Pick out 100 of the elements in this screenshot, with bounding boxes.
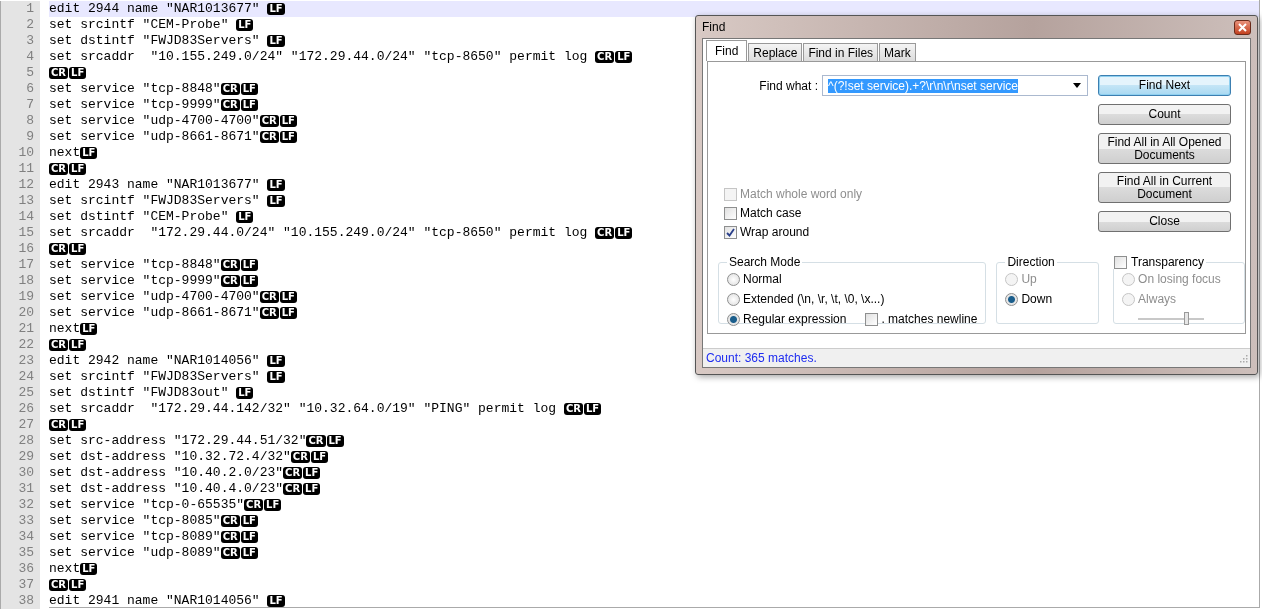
line-ending-marker: LF (69, 339, 87, 351)
line-ending-marker: LF (267, 355, 285, 367)
line-number: 27 (0, 417, 40, 433)
line-number: 3 (0, 33, 40, 49)
line-ending-marker: LF (69, 67, 87, 79)
line-number: 16 (0, 241, 40, 257)
line-number: 6 (0, 81, 40, 97)
dialog-button[interactable]: Close (1098, 211, 1231, 232)
line-number: 13 (0, 193, 40, 209)
line-ending-marker: LF (80, 147, 98, 159)
line-ending-marker: CR (259, 131, 279, 143)
tab[interactable]: Replace (748, 43, 803, 61)
line-ending-marker: LF (240, 547, 258, 559)
radio-button[interactable] (1122, 292, 1136, 306)
radio-label: Extended (\n, \r, \t, \0, \x...) (743, 292, 885, 306)
line-ending-marker: CR (220, 531, 240, 543)
tab[interactable]: Find (706, 40, 748, 61)
line-ending-marker: LF (236, 211, 254, 223)
code-line: set service "tcp-8089"CR LF (49, 529, 259, 545)
line-ending-marker: LF (303, 483, 321, 495)
status-message: Count: 365 matches. (706, 351, 817, 365)
code-line: next LF (49, 561, 99, 577)
line-ending-marker: LF (615, 227, 633, 239)
radio-label: Down (1021, 292, 1053, 306)
line-ending-marker: LF (236, 387, 254, 399)
dialog-button[interactable]: Find All in All Opened Documents (1098, 133, 1231, 164)
line-ending-marker: CR (49, 419, 69, 431)
checkbox-label: Transparency (1131, 255, 1204, 269)
line-number: 37 (0, 577, 40, 593)
line-number: 2 (0, 17, 40, 33)
dialog-button[interactable]: Find All in Current Document (1098, 172, 1231, 203)
line-ending-marker: CR (49, 579, 69, 591)
line-ending-marker: CR (49, 339, 69, 351)
line-ending-marker: LF (240, 275, 258, 287)
checkbox[interactable] (724, 206, 737, 220)
radio-label: Normal (743, 272, 782, 286)
close-icon[interactable] (1238, 22, 1247, 32)
checkbox[interactable] (724, 225, 737, 239)
line-number: 38 (0, 593, 40, 609)
radio-label: Up (1021, 272, 1037, 286)
line-ending-marker: CR (244, 499, 264, 511)
line-number: 18 (0, 273, 40, 289)
line-ending-marker: LF (267, 179, 285, 191)
line-number: 24 (0, 369, 40, 385)
line-number: 21 (0, 321, 40, 337)
line-ending-marker: LF (80, 323, 98, 335)
dialog-button[interactable]: Count (1098, 104, 1231, 125)
line-ending-marker: LF (80, 563, 98, 575)
line-ending-marker: LF (279, 307, 297, 319)
dialog-title: Find (702, 20, 726, 34)
resize-grip-icon[interactable] (1239, 353, 1248, 363)
checkbox[interactable] (865, 312, 879, 326)
radio-button[interactable] (727, 272, 740, 286)
code-line: set dst-address "10.32.72.4/32"CR LF (49, 449, 330, 465)
dialog-button[interactable]: Find Next (1098, 75, 1231, 96)
line-ending-marker: CR (220, 99, 240, 111)
radio-button[interactable] (1122, 272, 1136, 286)
code-line: set src-address "172.29.44.51/32"CR LF (49, 433, 345, 449)
line-ending-marker: LF (240, 99, 258, 111)
line-ending-marker: LF (326, 435, 344, 447)
line-ending-marker: CR (259, 307, 279, 319)
line-number: 19 (0, 289, 40, 305)
line-ending-marker: LF (310, 451, 329, 463)
line-ending-marker: LF (69, 163, 87, 175)
line-number: 26 (0, 401, 40, 417)
line-ending-marker: CR (290, 451, 310, 463)
line-ending-marker: LF (267, 195, 285, 207)
line-ending-marker: CR (283, 483, 303, 495)
transparency-slider[interactable] (1138, 312, 1205, 325)
line-ending-marker: CR (283, 467, 303, 479)
checkbox-label: . matches newline (881, 312, 978, 326)
line-ending-marker: CR (220, 275, 240, 287)
line-number: 12 (0, 177, 40, 193)
radio-button[interactable] (1005, 292, 1019, 306)
checkbox-label: Match whole word only (740, 187, 863, 201)
group-title: Direction (1006, 255, 1056, 269)
line-number: 28 (0, 433, 40, 449)
field-label: Find what : (759, 78, 818, 93)
line-number: 17 (0, 257, 40, 273)
line-ending-marker: LF (264, 499, 282, 511)
radio-button[interactable] (727, 312, 740, 326)
line-number: 35 (0, 545, 40, 561)
tab[interactable]: Find in Files (803, 43, 879, 61)
code-line: set service "tcp-0-65535"CR LF (49, 497, 283, 513)
radio-button[interactable] (727, 292, 740, 306)
line-number: 29 (0, 449, 40, 465)
dropdown-arrow-icon[interactable] (1073, 83, 1081, 88)
checkbox[interactable] (1114, 255, 1128, 269)
tab[interactable]: Mark (879, 43, 916, 61)
line-number: 7 (0, 97, 40, 113)
code-line: set dst-address "10.40.2.0/23"CR LF (49, 465, 322, 481)
code-line: edit 2941 name "NAR1014056" LF (49, 593, 286, 609)
line-number: 34 (0, 529, 40, 545)
code-line: set dst-address "10.40.4.0/23"CR LF (49, 481, 322, 497)
line-ending-marker: LF (267, 3, 285, 15)
close-button[interactable] (1234, 19, 1251, 35)
line-number: 31 (0, 481, 40, 497)
line-ending-marker: CR (595, 51, 615, 63)
slider-thumb[interactable] (1183, 312, 1189, 325)
checkbox-label: Wrap around (740, 225, 810, 239)
